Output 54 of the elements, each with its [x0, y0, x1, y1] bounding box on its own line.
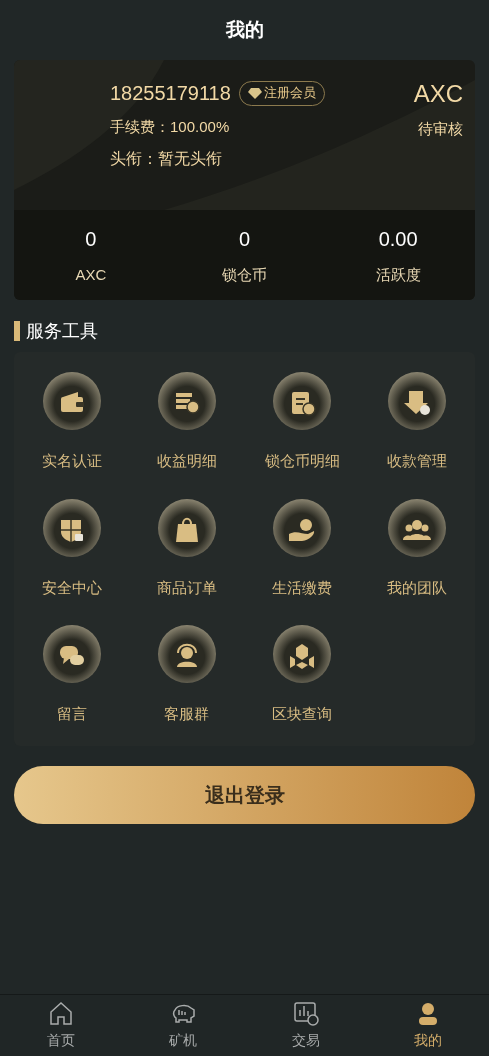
stat-label: 锁仓币 — [222, 264, 267, 285]
shield-lock-icon — [42, 498, 101, 557]
stat-value: 0.00 — [378, 226, 418, 252]
stat-value: 0 — [238, 226, 251, 252]
shopping-bag-icon — [157, 498, 216, 557]
nav-tab[interactable]: 首页 — [0, 995, 123, 1056]
tool-label: 锁仓币明细 — [264, 451, 340, 471]
review-status: 待审核 — [418, 119, 463, 139]
tool-item[interactable]: 客服群 — [129, 625, 245, 726]
tool-item[interactable]: 留言 — [14, 625, 130, 726]
chart-icon — [291, 1000, 320, 1028]
tool-label: 区块查询 — [272, 704, 333, 724]
nav-tab[interactable]: 交易 — [244, 995, 367, 1056]
tool-item[interactable]: 生活缴费 — [244, 498, 360, 599]
fee-text: 手续费：100.00% — [110, 117, 231, 137]
tool-label: 收益明细 — [156, 451, 217, 471]
tool-item[interactable]: 实名认证 — [14, 372, 130, 473]
blocks-icon — [273, 625, 332, 683]
tool-label: 我的团队 — [387, 577, 448, 598]
team-icon — [388, 498, 447, 557]
download-coin-icon — [388, 372, 447, 430]
stat-value: 0 — [85, 226, 97, 252]
page-title: 我的 — [225, 17, 264, 42]
section-title: 服务工具 — [26, 319, 98, 343]
diamond-icon — [247, 87, 262, 99]
tool-item[interactable]: 区块查询 — [244, 625, 360, 726]
section-marker — [14, 321, 20, 341]
tool-item[interactable]: 我的团队 — [359, 498, 475, 599]
phone-number: 18255179118 — [110, 81, 231, 106]
tool-item[interactable]: 收益明细 — [129, 372, 245, 473]
tool-label: 留言 — [56, 704, 87, 724]
title-text: 头衔：暂无头衔 — [110, 148, 223, 169]
clipboard-icon — [273, 372, 332, 430]
tool-label: 收款管理 — [387, 451, 448, 471]
nav-tab[interactable]: 我的 — [366, 995, 489, 1056]
tool-label: 商品订单 — [156, 577, 217, 598]
wallet-icon — [42, 372, 101, 430]
tool-label: 客服群 — [164, 704, 210, 724]
stat-label: 活跃度 — [375, 264, 421, 285]
currency-label: AXC — [413, 79, 463, 109]
logout-button[interactable]: 退出登录 — [14, 765, 475, 824]
chat-icon — [42, 625, 101, 683]
tool-item[interactable]: 收款管理 — [359, 372, 475, 473]
stat-label: AXC — [75, 264, 107, 285]
coins-icon — [157, 372, 216, 430]
tool-item[interactable]: 锁仓币明细 — [244, 372, 360, 473]
hand-coin-icon — [273, 498, 332, 557]
headset-icon — [157, 625, 216, 683]
tool-item[interactable]: 安全中心 — [14, 498, 130, 599]
nav-tab[interactable]: 矿机 — [122, 995, 245, 1056]
tool-item[interactable]: 商品订单 — [129, 498, 245, 599]
tool-label: 生活缴费 — [272, 577, 333, 598]
tool-label: 安全中心 — [41, 577, 102, 598]
tool-label: 实名认证 — [41, 451, 102, 471]
